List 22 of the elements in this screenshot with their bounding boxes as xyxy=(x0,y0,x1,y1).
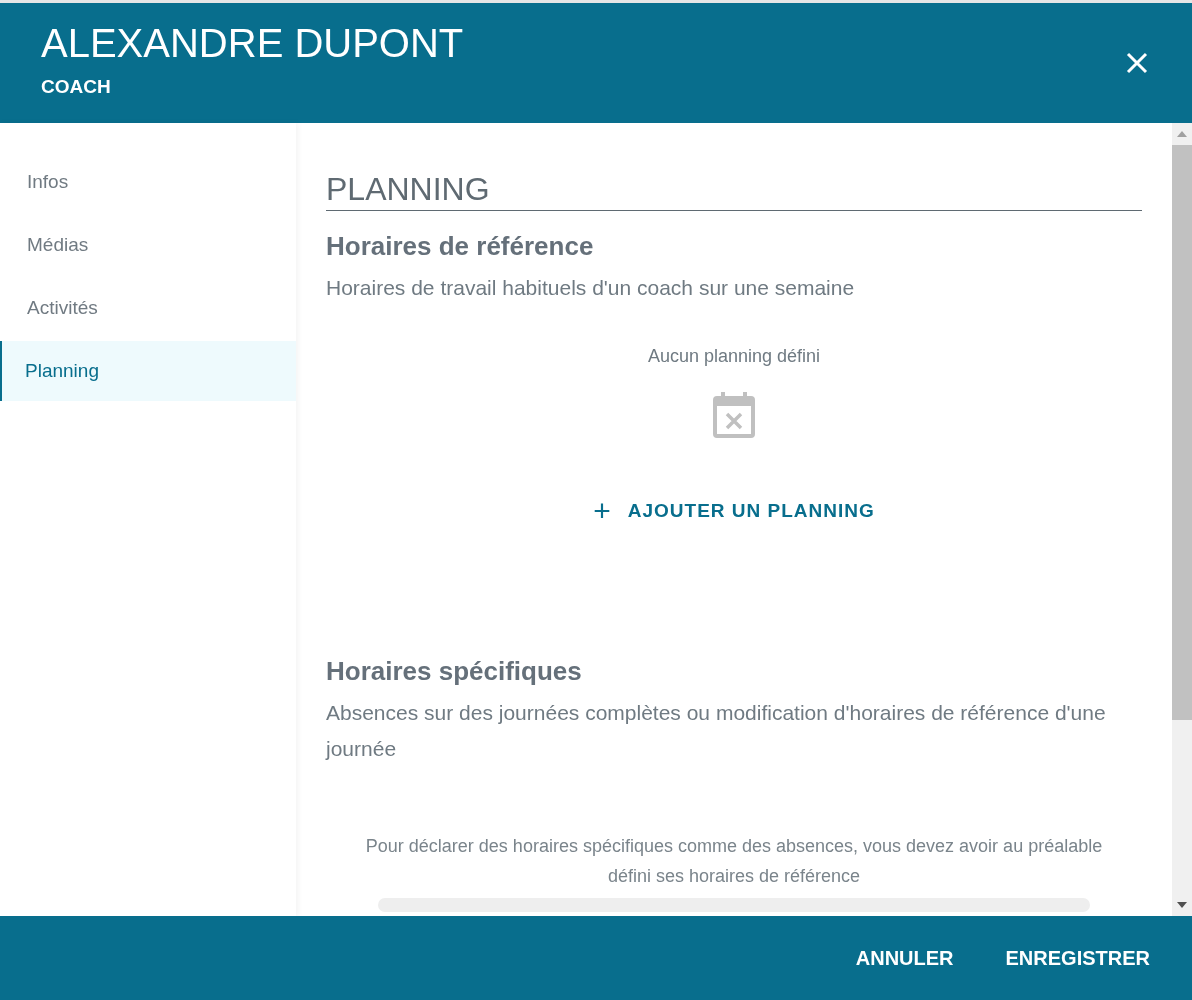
vertical-scrollbar[interactable] xyxy=(1172,123,1192,916)
add-planning-button[interactable]: + AJOUTER UN PLANNING xyxy=(589,496,879,526)
footer-button[interactable]: ANNULER xyxy=(839,938,970,978)
sidebar-item[interactable]: Infos xyxy=(0,152,296,212)
footer-button[interactable]: ENREGISTRER xyxy=(989,938,1166,978)
subsection-heading: Horaires de référence xyxy=(326,231,595,262)
sidebar-item[interactable]: Planning xyxy=(0,341,296,401)
section-title: PLANNING xyxy=(326,171,1142,211)
sidebar-item[interactable]: Activités xyxy=(0,278,296,338)
scrollbar-thumb[interactable] xyxy=(1172,145,1192,720)
person-role: COACH xyxy=(41,75,112,98)
sidebar-item[interactable]: Médias xyxy=(0,215,296,275)
empty-message: Aucun planning défini xyxy=(647,346,821,367)
scroll-down-icon[interactable] xyxy=(1177,902,1187,908)
subsection-heading: Horaires spécifiques xyxy=(326,656,583,687)
person-name: ALEXANDRE DUPONT xyxy=(41,20,464,66)
subsection-description: Horaires de travail habituels d'un coach sur une semaine xyxy=(326,275,856,301)
info-note: Pour déclarer des horaires spécifiques comme des absences, vous devez avoir au préalable défini ses horaires de référence xyxy=(364,835,1104,888)
subsection-description: Absences sur des journées complètes ou modification d'horaires de référence d'une journée xyxy=(326,700,1107,762)
calendar-cross-icon xyxy=(713,392,755,438)
close-icon xyxy=(1126,52,1148,74)
scroll-up-icon[interactable] xyxy=(1177,131,1187,137)
